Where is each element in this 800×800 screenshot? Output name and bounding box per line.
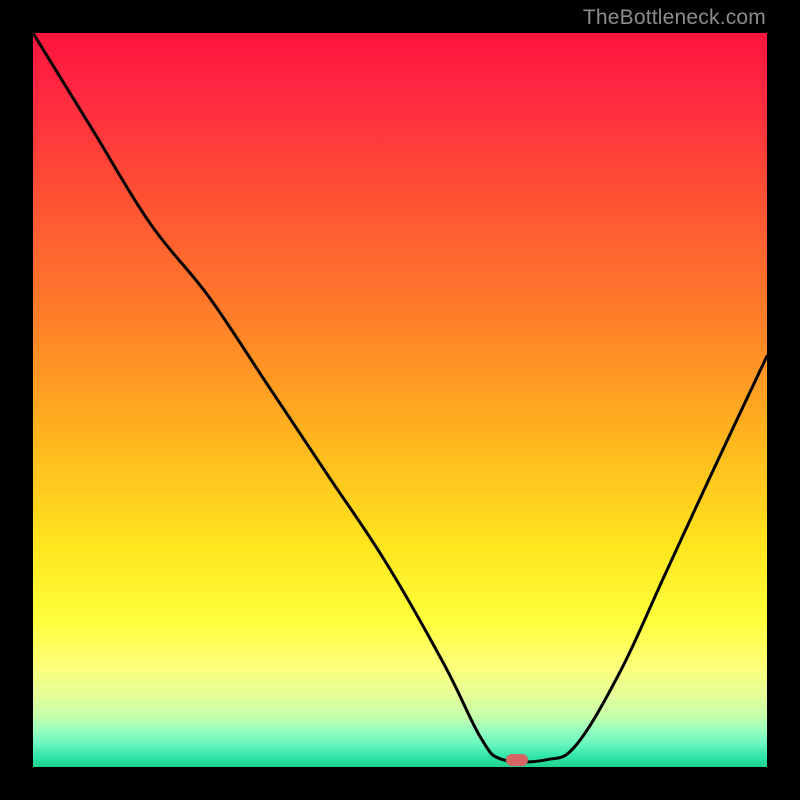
optimum-marker bbox=[506, 754, 528, 766]
bottleneck-curve bbox=[33, 33, 767, 767]
chart-frame: TheBottleneck.com bbox=[0, 0, 800, 800]
plot-area bbox=[33, 33, 767, 767]
watermark-text: TheBottleneck.com bbox=[583, 6, 766, 30]
